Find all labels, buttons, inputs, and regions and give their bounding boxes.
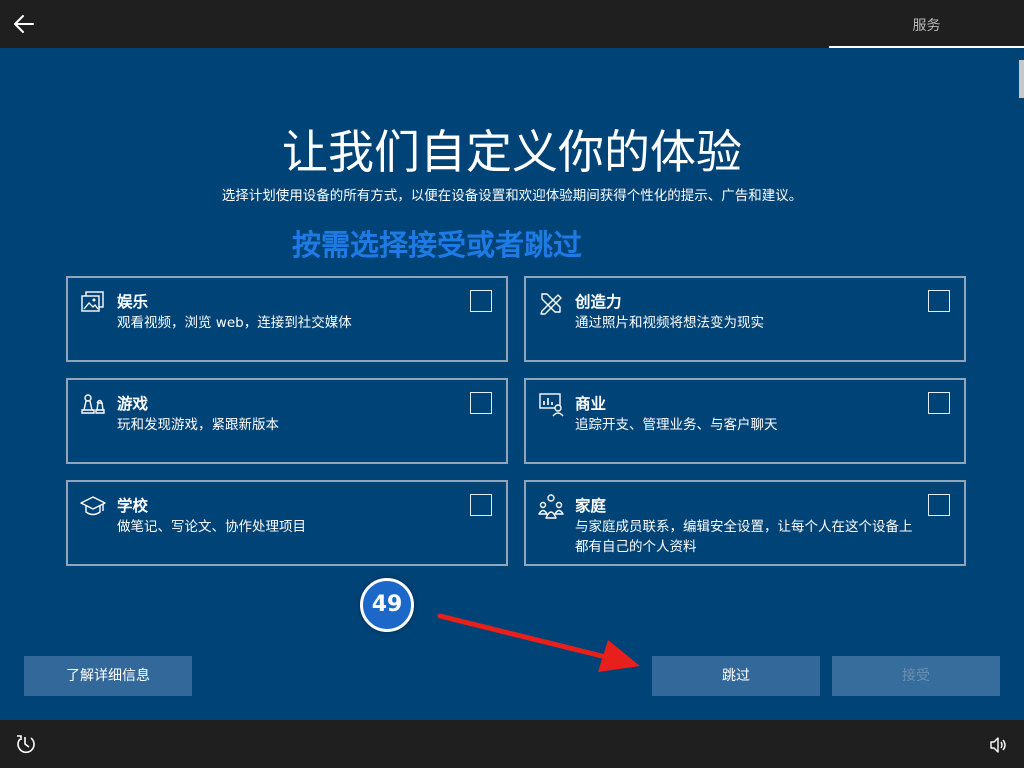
ease-of-access-icon[interactable] [14, 733, 36, 755]
top-bar: 服务 [0, 0, 1024, 48]
card-description: 做笔记、写论文、协作处理项目 [117, 519, 306, 535]
bottom-bar [0, 720, 1024, 768]
graduation-cap-icon [80, 496, 106, 516]
checkbox-gaming[interactable] [470, 392, 492, 414]
tab-services[interactable]: 服务 [829, 0, 1024, 48]
family-icon [538, 494, 564, 519]
accept-button[interactable]: 接受 [832, 656, 1000, 696]
learn-more-button[interactable]: 了解详细信息 [24, 656, 192, 696]
card-description: 观看视频，浏览 web，连接到社交媒体 [117, 315, 352, 331]
annotation-step-badge: 49 [360, 578, 414, 632]
card-description: 通过照片和视频将想法变为现实 [575, 315, 764, 331]
checkbox-school[interactable] [470, 494, 492, 516]
card-title: 学校 [117, 497, 149, 515]
checkbox-family[interactable] [928, 494, 950, 516]
tab-services-label: 服务 [912, 18, 941, 34]
card-family[interactable]: 家庭 与家庭成员联系，编辑安全设置，让每个人在这个设备上都有自己的个人资料 [524, 480, 966, 566]
checkbox-creativity[interactable] [928, 290, 950, 312]
pen-tools-icon [540, 293, 562, 315]
card-description: 与家庭成员联系，编辑安全设置，让每个人在这个设备上都有自己的个人资料 [575, 519, 913, 555]
card-business[interactable]: 商业 追踪开支、管理业务、与客户聊天 [524, 378, 966, 464]
annotation-arrow-icon [437, 613, 640, 672]
business-presentation-icon [539, 393, 564, 417]
skip-button[interactable]: 跳过 [652, 656, 820, 696]
chess-pieces-icon [81, 394, 105, 414]
checkbox-entertainment[interactable] [470, 290, 492, 312]
page-subtitle: 选择计划使用设备的所有方式，以便在设备设置和欢迎体验期间获得个性化的提示、广告和… [221, 188, 803, 204]
checkbox-business[interactable] [928, 392, 950, 414]
card-creativity[interactable]: 创造力 通过照片和视频将想法变为现实 [524, 276, 966, 362]
card-title: 家庭 [575, 497, 607, 515]
card-school[interactable]: 学校 做笔记、写论文、协作处理项目 [66, 480, 508, 566]
scrollbar-thumb[interactable] [1019, 60, 1024, 98]
card-title: 娱乐 [117, 293, 149, 311]
card-gaming[interactable]: 游戏 玩和发现游戏，紧跟新版本 [66, 378, 508, 464]
media-icon [81, 291, 104, 312]
tab-underline [829, 46, 1024, 48]
card-description: 玩和发现游戏，紧跟新版本 [117, 417, 279, 433]
card-title: 创造力 [575, 293, 622, 311]
card-description: 追踪开支、管理业务、与客户聊天 [575, 417, 778, 433]
card-title: 游戏 [117, 395, 149, 413]
volume-icon[interactable] [988, 735, 1008, 755]
card-entertainment[interactable]: 娱乐 观看视频，浏览 web，连接到社交媒体 [66, 276, 508, 362]
page-title: 让我们自定义你的体验 [282, 125, 742, 179]
back-arrow-icon[interactable] [10, 10, 38, 38]
annotation-text: 按需选择接受或者跳过 [292, 228, 583, 262]
card-title: 商业 [575, 395, 607, 413]
